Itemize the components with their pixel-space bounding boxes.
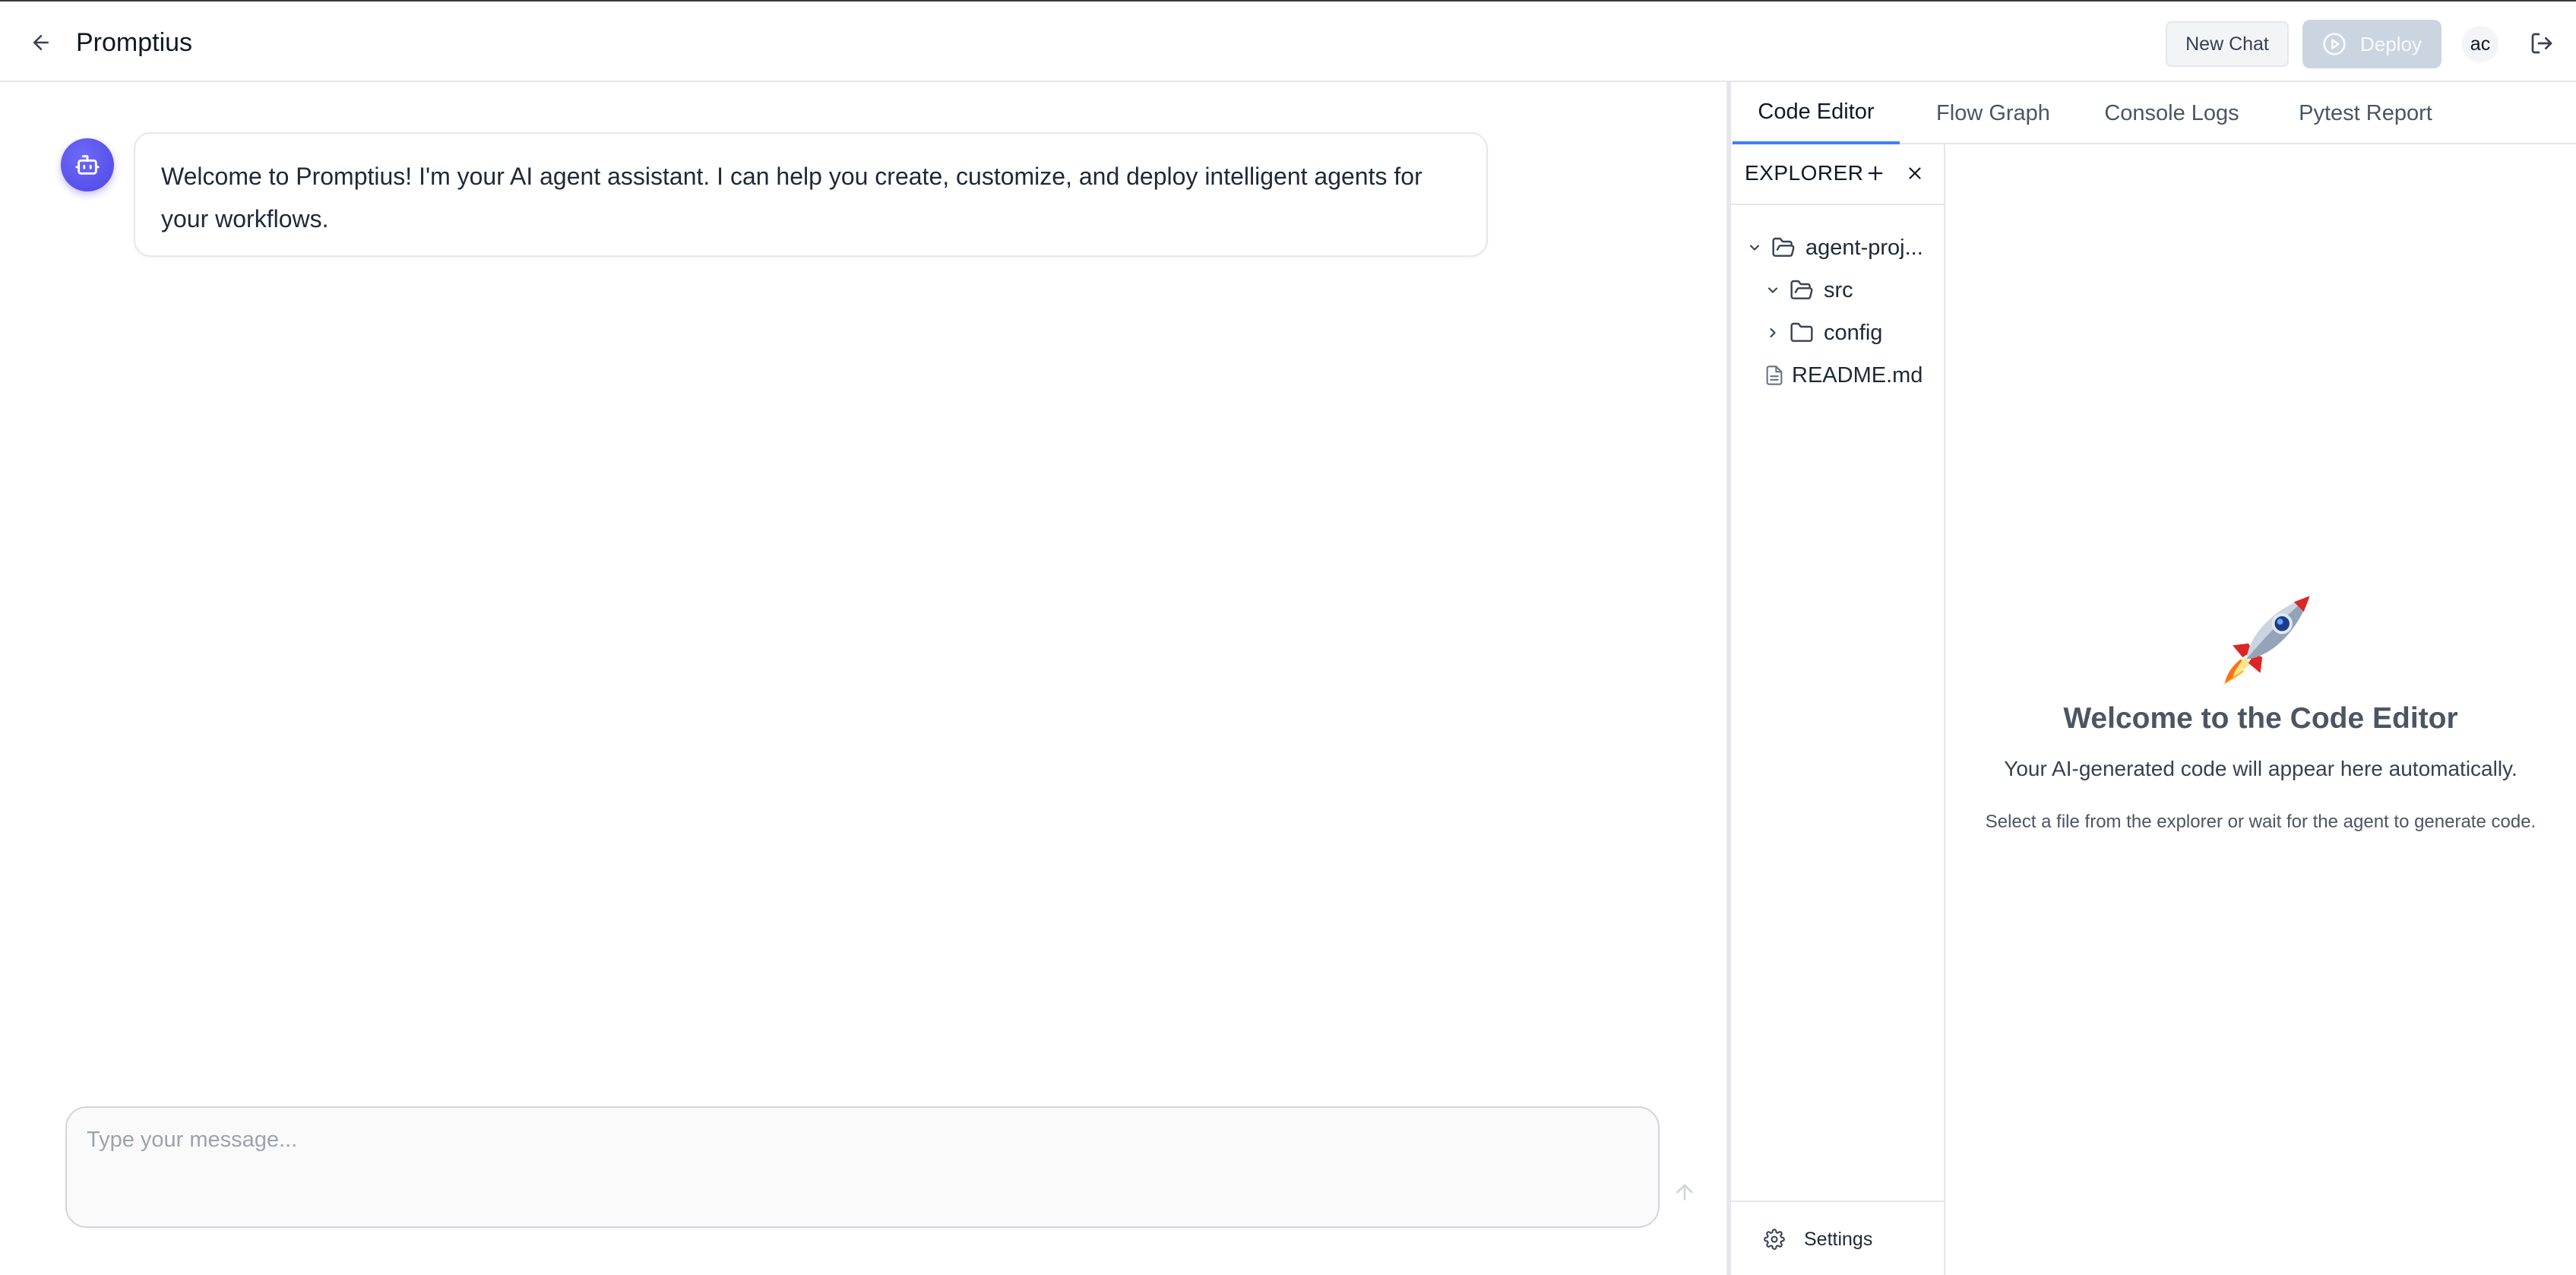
rocket-icon [2223, 596, 2310, 685]
message-input[interactable] [87, 1128, 1591, 1173]
explorer-title: EXPLORER [1745, 161, 1864, 185]
plus-icon [1868, 166, 1883, 181]
logout-button[interactable] [2524, 26, 2559, 61]
tree-item-readme[interactable]: README.md [1731, 356, 1944, 395]
close-explorer-button[interactable] [1900, 158, 1930, 188]
tree-item-src[interactable]: src [1731, 271, 1944, 310]
play-circle-icon [2323, 33, 2346, 55]
user-avatar[interactable]: ac [2462, 26, 2498, 62]
message-composer [65, 1106, 1693, 1228]
assistant-avatar [61, 138, 114, 191]
chevron-right-icon [1764, 324, 1781, 341]
tree-item-label: src [1824, 277, 1853, 302]
close-icon [1909, 167, 1921, 179]
tab-console-logs[interactable]: Console Logs [2081, 82, 2263, 144]
back-button[interactable] [24, 26, 58, 59]
deploy-button[interactable]: Deploy [2302, 20, 2442, 68]
chevron-down-icon [1764, 282, 1781, 299]
arrow-left-icon [33, 35, 49, 50]
arrow-up-icon [1676, 1184, 1693, 1201]
file-explorer: EXPLORER agent-proj... src config README… [1731, 144, 1945, 1275]
tab-code-editor[interactable]: Code Editor [1733, 82, 1900, 144]
folder-icon [1789, 320, 1815, 346]
explorer-header: EXPLORER [1731, 144, 1944, 205]
send-button[interactable] [1667, 1175, 1702, 1210]
tree-item-label: README.md [1792, 362, 1923, 388]
gear-icon [1761, 1226, 1787, 1252]
settings-label: Settings [1804, 1228, 1873, 1250]
app-title: Promptius [76, 28, 193, 57]
top-bar: Promptius New Chat Deploy ac [0, 3, 2576, 82]
folder-open-icon [1771, 235, 1796, 261]
assistant-message: Welcome to Promptius! I'm your AI agent … [134, 132, 1488, 257]
editor-welcome-subtitle: Your AI-generated code will appear here … [2004, 757, 2517, 780]
new-chat-button[interactable]: New Chat [2166, 21, 2289, 67]
code-editor-pane: Welcome to the Code Editor Your AI-gener… [1945, 144, 2576, 1275]
file-icon [1761, 362, 1787, 388]
settings-button[interactable]: Settings [1731, 1201, 1944, 1275]
logout-icon [2531, 33, 2552, 54]
workspace-panel: Code Editor Flow Graph Console Logs Pyte… [1731, 82, 2576, 1275]
tree-item-agent-project[interactable]: agent-proj... [1731, 228, 1944, 267]
tab-flow-graph[interactable]: Flow Graph [1913, 82, 2073, 144]
chat-panel: Welcome to Promptius! I'm your AI agent … [0, 82, 1726, 1275]
tree-item-config[interactable]: config [1731, 313, 1944, 353]
chevron-down-icon [1746, 239, 1763, 256]
folder-open-icon [1789, 277, 1815, 303]
editor-welcome-hint: Select a file from the explorer or wait … [1985, 812, 2536, 832]
tab-pytest-report[interactable]: Pytest Report [2271, 82, 2460, 144]
bot-icon [75, 155, 100, 175]
app-root: Promptius New Chat Deploy ac Welcome to … [0, 0, 2576, 1275]
deploy-label: Deploy [2360, 32, 2422, 55]
editor-welcome-title: Welcome to the Code Editor [2063, 702, 2458, 735]
tree-item-label: agent-proj... [1805, 235, 1923, 260]
workspace-tabs: Code Editor Flow Graph Console Logs Pyte… [1731, 82, 2576, 144]
tree-item-label: config [1824, 320, 1883, 345]
new-file-button[interactable] [1860, 158, 1891, 188]
